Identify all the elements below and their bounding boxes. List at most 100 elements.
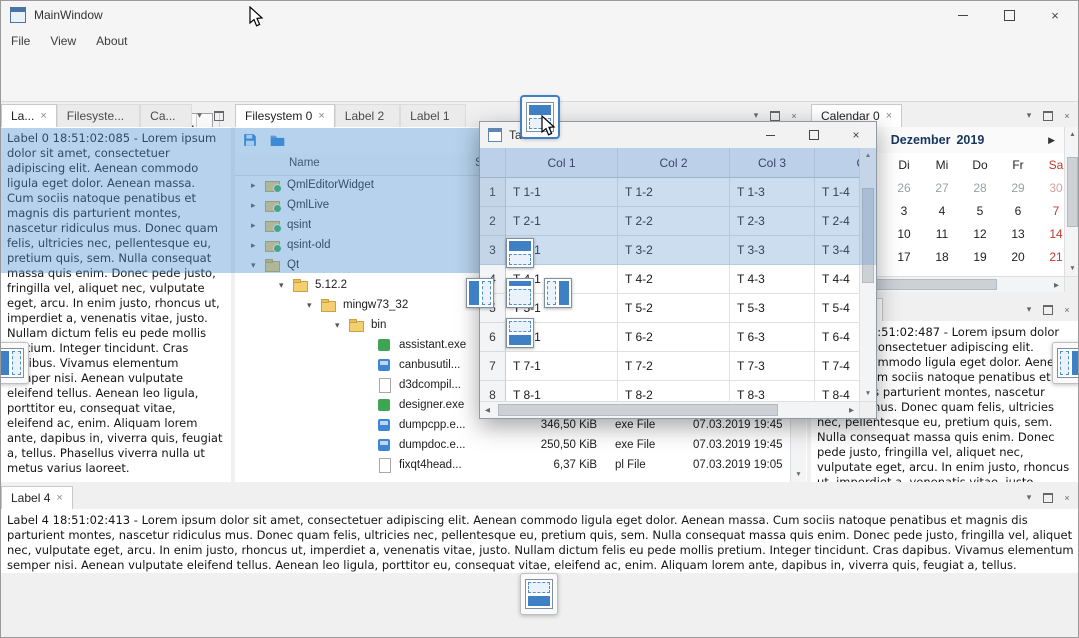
tab-menu-button[interactable]: ▾	[1021, 108, 1037, 124]
undock-button[interactable]	[211, 108, 227, 124]
dock-tab[interactable]: Ca...	[140, 104, 191, 127]
calendar-day-cell[interactable]: 4	[923, 199, 961, 222]
table-corner-button[interactable]	[480, 148, 506, 178]
calendar-day-cell[interactable]: 3	[885, 199, 923, 222]
table-cell[interactable]: T 8-1	[506, 381, 618, 401]
table-cell[interactable]: T 2-1	[506, 207, 618, 236]
dock-left-icon[interactable]	[466, 278, 494, 308]
dock-tab[interactable]: La... ×	[1, 104, 57, 127]
tab-menu-button[interactable]: ▾	[1021, 490, 1037, 506]
calendar-day-cell[interactable]: 27	[923, 176, 961, 199]
calendar-day-cell[interactable]: 13	[999, 222, 1037, 245]
scroll-thumb[interactable]	[1067, 157, 1078, 227]
scroll-down-arrow[interactable]: ▼	[791, 467, 806, 482]
scroll-up-arrow[interactable]: ▲	[1065, 127, 1079, 142]
splitter-horizontal-bottom[interactable]	[1, 482, 1079, 486]
dock-edge-left-icon[interactable]	[0, 342, 29, 384]
table-cell[interactable]: T 6-4	[815, 323, 859, 352]
column-header[interactable]: Col 3	[730, 148, 815, 178]
table-cell[interactable]: T 6-2	[618, 323, 730, 352]
close-button[interactable]: ×	[1032, 1, 1078, 29]
dock-tab[interactable]: Filesyste...	[57, 104, 140, 127]
row-header[interactable]: 2	[480, 207, 506, 236]
dock-edge-right-icon[interactable]	[1052, 342, 1079, 384]
calendar-day-cell[interactable]: 17	[885, 245, 923, 268]
tree-expand-icon[interactable]	[279, 280, 293, 291]
table-cell[interactable]: T 8-3	[730, 381, 815, 401]
table-cell[interactable]: T 7-3	[730, 352, 815, 381]
undock-button[interactable]	[1040, 490, 1056, 506]
tab-menu-button[interactable]: ▾	[1021, 302, 1037, 318]
column-header-name[interactable]: Name	[289, 157, 320, 169]
tree-expand-icon[interactable]	[251, 220, 265, 231]
dock-edge-top-icon[interactable]	[521, 96, 559, 138]
menu-item[interactable]: About	[86, 29, 137, 53]
column-header[interactable]: Col 2	[618, 148, 730, 178]
calendar-vertical-scrollbar[interactable]: ▲ ▼	[1064, 127, 1079, 276]
table-vertical-scrollbar[interactable]: ▲ ▼	[859, 148, 876, 401]
scroll-down-arrow[interactable]: ▼	[860, 386, 876, 401]
calendar-day-cell[interactable]: 11	[923, 222, 961, 245]
table-cell[interactable]: T 4-3	[730, 265, 815, 294]
close-panel-button[interactable]: ×	[1059, 490, 1075, 506]
menu-item[interactable]: File	[1, 29, 40, 53]
table-cell[interactable]: T 6-3	[730, 323, 815, 352]
scroll-right-arrow[interactable]: ▶	[844, 402, 859, 418]
dock-tab[interactable]: Label 2	[335, 104, 400, 127]
tree-expand-icon[interactable]	[335, 320, 349, 331]
fs-folder-button[interactable]	[267, 130, 287, 150]
calendar-day-cell[interactable]: 10	[885, 222, 923, 245]
scroll-thumb[interactable]	[498, 404, 778, 416]
tab-close-icon[interactable]: ×	[40, 110, 46, 122]
tree-expand-icon[interactable]	[251, 260, 265, 271]
undock-button[interactable]	[1040, 302, 1056, 318]
table-cell[interactable]: T 7-4	[815, 352, 859, 381]
scroll-down-arrow[interactable]: ▼	[1065, 261, 1079, 276]
scroll-thumb[interactable]	[862, 188, 874, 283]
table-cell[interactable]: T 5-4	[815, 294, 859, 323]
calendar-day-cell[interactable]: 6	[999, 199, 1037, 222]
tree-row[interactable]: fixqt4head... 6,37 KiB pl File 07.03.201…	[235, 455, 790, 475]
maximize-button[interactable]	[986, 1, 1032, 29]
table-cell[interactable]: T 1-4	[815, 178, 859, 207]
table-cell[interactable]: T 1-1	[506, 178, 618, 207]
table-cell[interactable]: T 3-3	[730, 236, 815, 265]
calendar-day-cell[interactable]: 29	[999, 176, 1037, 199]
column-header[interactable]: Col 1	[506, 148, 618, 178]
dock-tab[interactable]: Filesystem 0 ×	[235, 104, 335, 127]
tab-menu-button[interactable]: ▾	[192, 108, 208, 124]
tree-expand-icon[interactable]	[251, 200, 265, 211]
dock-top-icon[interactable]	[506, 238, 534, 268]
table-cell[interactable]: T 2-2	[618, 207, 730, 236]
calendar-next-button[interactable]: ▶	[1048, 127, 1055, 153]
menu-item[interactable]: View	[40, 29, 86, 53]
table-cell[interactable]: T 4-2	[618, 265, 730, 294]
tree-row[interactable]: dumpdoc.e... 250,50 KiB exe File 07.03.2…	[235, 435, 790, 455]
table-cell[interactable]: T 7-1	[506, 352, 618, 381]
table-cell[interactable]: T 3-4	[815, 236, 859, 265]
calendar-day-cell[interactable]: 26	[885, 176, 923, 199]
float-maximize-button[interactable]	[802, 123, 826, 147]
calendar-day-cell[interactable]: 12	[961, 222, 999, 245]
undock-button[interactable]	[1040, 108, 1056, 124]
tab-close-icon[interactable]: ×	[318, 110, 324, 122]
calendar-month[interactable]: Dezember	[891, 133, 951, 147]
dock-tab[interactable]: Label 1	[400, 104, 465, 127]
scroll-up-arrow[interactable]: ▲	[860, 148, 876, 163]
dock-bottom-icon[interactable]	[506, 318, 534, 348]
calendar-year[interactable]: 2019	[956, 133, 984, 147]
table-cell[interactable]: T 3-2	[618, 236, 730, 265]
calendar-day-cell[interactable]: 28	[961, 176, 999, 199]
tab-close-icon[interactable]: ×	[886, 110, 892, 122]
minimize-button[interactable]	[940, 1, 986, 29]
row-header[interactable]: 3	[480, 236, 506, 265]
row-header[interactable]: 8	[480, 381, 506, 401]
calendar-day-cell[interactable]: 18	[923, 245, 961, 268]
dock-tab[interactable]: Label 4 ×	[1, 486, 73, 509]
calendar-day-cell[interactable]: 5	[961, 199, 999, 222]
titlebar[interactable]: MainWindow ×	[1, 1, 1078, 29]
table-cell[interactable]: T 1-2	[618, 178, 730, 207]
table-cell[interactable]: T 5-3	[730, 294, 815, 323]
splitter-vertical-left[interactable]	[231, 104, 235, 482]
close-panel-button[interactable]: ×	[1059, 108, 1075, 124]
